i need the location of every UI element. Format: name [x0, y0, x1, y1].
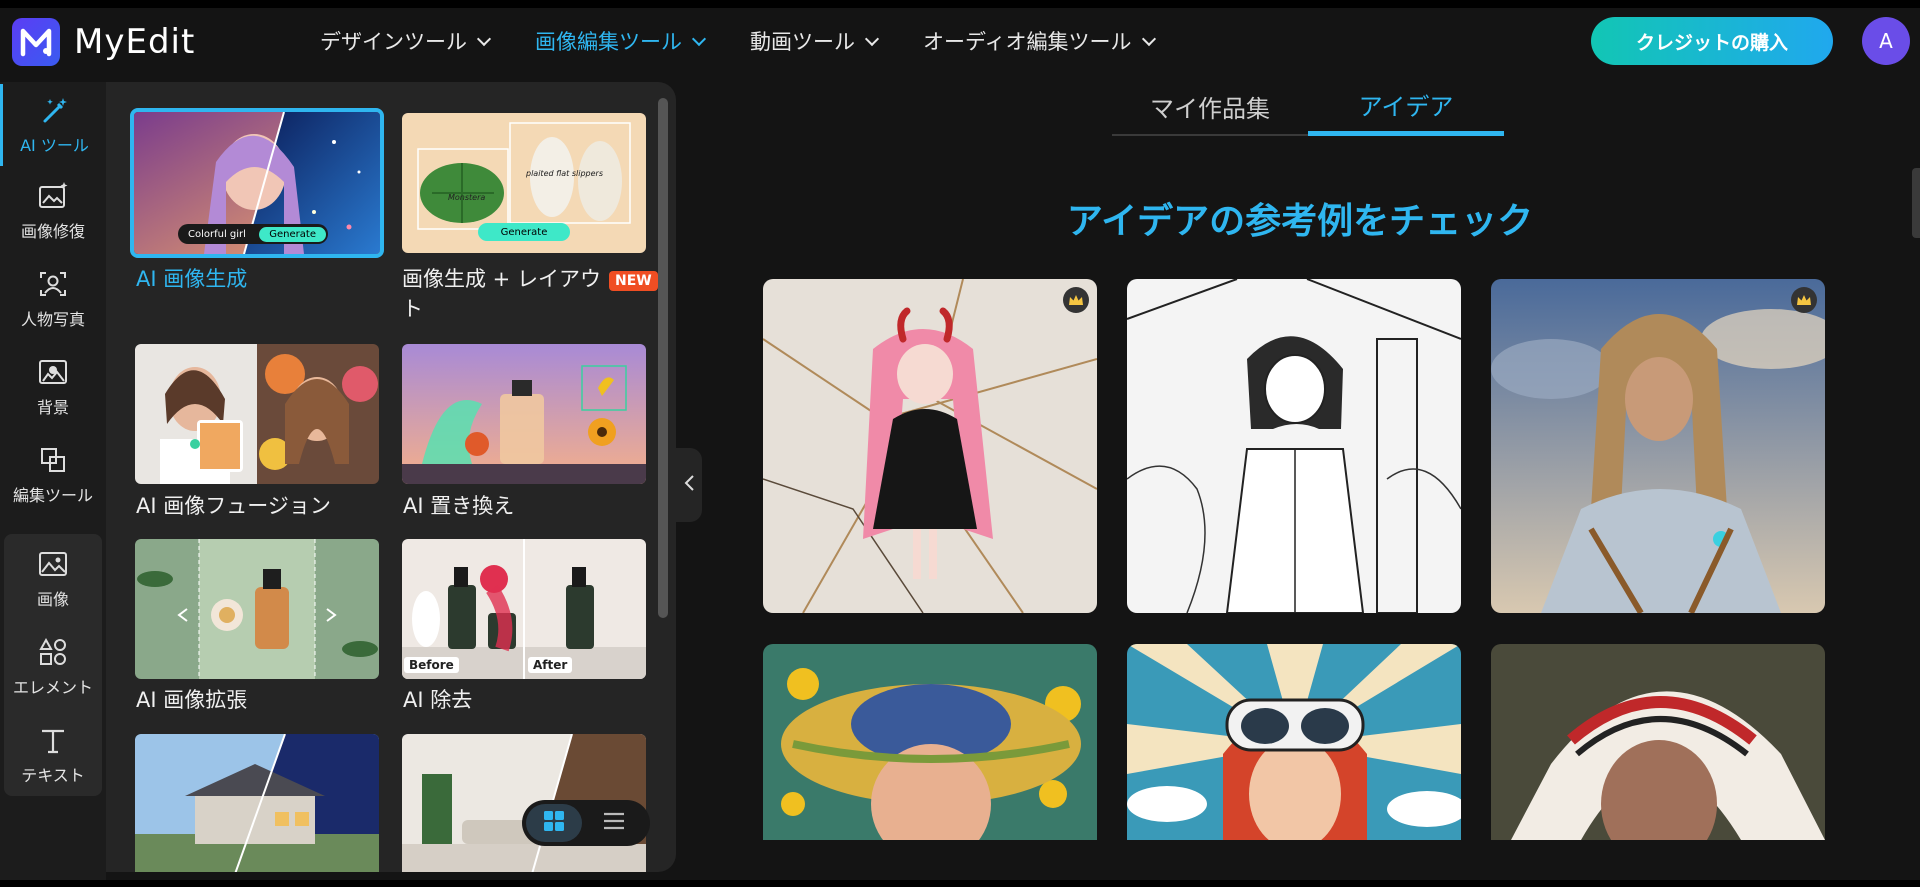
nav-label: デザインツール — [320, 30, 467, 54]
logo[interactable]: MyEdit — [12, 18, 195, 66]
example-image[interactable] — [763, 279, 1097, 613]
rail-item-elements[interactable]: エレメント — [0, 626, 106, 708]
tool-card-ai-replace[interactable]: AI 置き換え — [402, 344, 652, 524]
nav-audio-tools[interactable]: オーディオ編集ツール — [923, 26, 1156, 56]
portrait-icon — [36, 268, 70, 300]
rail-label: 画像修復 — [20, 222, 85, 241]
chevron-down-icon — [691, 31, 707, 46]
magic-wand-icon — [38, 94, 72, 126]
tool-label: AI 画像フュージョン — [136, 494, 331, 518]
premium-crown-icon — [1063, 287, 1089, 313]
tool-category-rail: AI ツール 画像修復 人物写真 背景 編集ツール 画像 エレメント テキスト — [0, 82, 106, 880]
tool-label: AI 除去 — [403, 688, 473, 712]
grid-icon — [543, 810, 565, 836]
app-window: MyEdit デザインツール 画像編集ツール 動画ツール オーディオ編集ツール … — [0, 8, 1920, 880]
chevron-down-icon — [476, 31, 492, 46]
tool-label: 画像生成 + レイアウ — [402, 267, 601, 291]
chevron-left-icon — [683, 474, 695, 496]
rail-label: テキスト — [21, 766, 85, 785]
example-image[interactable] — [1491, 644, 1825, 840]
tab-ideas[interactable]: アイデア — [1308, 78, 1504, 136]
rail-label: 背景 — [36, 398, 69, 417]
collapse-panel-button[interactable] — [676, 448, 702, 522]
list-view-button[interactable] — [586, 804, 642, 842]
after-label: After — [528, 657, 573, 673]
top-navigation: MyEdit デザインツール 画像編集ツール 動画ツール オーディオ編集ツール … — [0, 8, 1920, 82]
example-image[interactable] — [1127, 644, 1461, 840]
rail-item-ai-tools[interactable]: AI ツール — [0, 84, 106, 166]
new-badge: NEW — [609, 271, 658, 291]
tool-thumbnail: Colorful girl Generate — [130, 108, 384, 258]
tool-thumbnail — [135, 539, 379, 679]
rail-label: AI ツール — [20, 136, 89, 155]
nav-image-edit-tools[interactable]: 画像編集ツール — [535, 26, 707, 56]
crop-icon — [36, 444, 70, 476]
tool-label: AI 置き換え — [403, 494, 515, 518]
example-image[interactable] — [1491, 279, 1825, 613]
rail-item-portrait[interactable]: 人物写真 — [0, 258, 106, 340]
rail-item-text[interactable]: テキスト — [0, 714, 106, 796]
chevron-down-icon — [864, 31, 880, 46]
rail-item-image[interactable]: 画像 — [0, 538, 106, 620]
tool-thumbnail — [402, 344, 646, 484]
rail-label: 編集ツール — [12, 486, 93, 505]
tool-label: AI 画像拡張 — [136, 688, 248, 712]
tool-card-ai-remove[interactable]: Before After AI 除去 — [402, 539, 652, 719]
example-image[interactable] — [1127, 279, 1461, 613]
nav-label: 動画ツール — [750, 30, 855, 54]
tool-thumbnail — [135, 734, 379, 872]
tool-card-ai-image-fusion[interactable]: AI 画像フュージョン — [135, 344, 385, 524]
rail-item-image-repair[interactable]: 画像修復 — [0, 170, 106, 252]
tool-thumbnail: Monstera plaited flat slippers Generate — [402, 113, 646, 253]
tab-my-works[interactable]: マイ作品集 — [1112, 78, 1308, 134]
chip-text: Colorful girl — [188, 228, 246, 240]
panel-scrollbar[interactable] — [658, 98, 668, 618]
nav-label: 画像編集ツール — [535, 30, 682, 54]
app-name: MyEdit — [74, 22, 196, 62]
buy-credits-button[interactable]: クレジットの購入 — [1591, 17, 1833, 65]
text-icon — [36, 724, 70, 756]
tool-card-ai-image-expand[interactable]: AI 画像拡張 — [135, 539, 385, 719]
nav-label: オーディオ編集ツール — [923, 30, 1132, 54]
logo-mark-icon — [12, 18, 60, 66]
list-icon — [603, 811, 625, 835]
grid-view-button[interactable] — [526, 804, 582, 842]
avatar[interactable]: A — [1862, 17, 1910, 65]
rail-item-background[interactable]: 背景 — [0, 346, 106, 428]
rail-label: 画像 — [36, 590, 69, 609]
chip-text: plaited flat slippers — [526, 169, 604, 178]
background-icon — [36, 356, 70, 388]
rail-label: 人物写真 — [20, 310, 85, 329]
elements-icon — [36, 636, 70, 668]
side-feedback-tab[interactable] — [1912, 168, 1920, 238]
prompt-chip: Colorful girl Generate — [178, 224, 328, 244]
image-icon — [36, 548, 70, 580]
tool-thumbnail: Before After — [402, 539, 646, 679]
tool-card-day-to-night[interactable] — [135, 734, 379, 872]
nav-design-tools[interactable]: デザインツール — [320, 26, 492, 56]
chip-generate: Generate — [478, 223, 570, 241]
gallery-tabs: マイ作品集 アイデア — [1112, 78, 1504, 136]
tool-thumbnail — [135, 344, 379, 484]
rail-label: エレメント — [12, 678, 93, 697]
example-image[interactable] — [763, 644, 1097, 840]
main-menu: デザインツール 画像編集ツール 動画ツール オーディオ編集ツール — [320, 26, 1200, 56]
rail-item-edit-tools[interactable]: 編集ツール — [0, 434, 106, 516]
premium-crown-icon — [1791, 287, 1817, 313]
chevron-down-icon — [1141, 31, 1156, 46]
chip-generate: Generate — [259, 226, 326, 242]
image-enhance-icon — [36, 180, 70, 212]
tool-label: AI 画像生成 — [136, 267, 248, 291]
ideas-heading: アイデアの参考例をチェック — [1066, 201, 1534, 242]
tool-card-ai-image-generation[interactable]: Colorful girl Generate AI 画像生成 — [130, 108, 384, 298]
view-toggle — [522, 800, 650, 846]
chip-text: Monstera — [448, 193, 486, 202]
before-label: Before — [404, 657, 459, 673]
tool-card-image-gen-layout[interactable]: Monstera plaited flat slippers Generate … — [402, 113, 658, 323]
tool-label-line2: ト — [402, 297, 423, 321]
nav-video-tools[interactable]: 動画ツール — [750, 26, 880, 56]
